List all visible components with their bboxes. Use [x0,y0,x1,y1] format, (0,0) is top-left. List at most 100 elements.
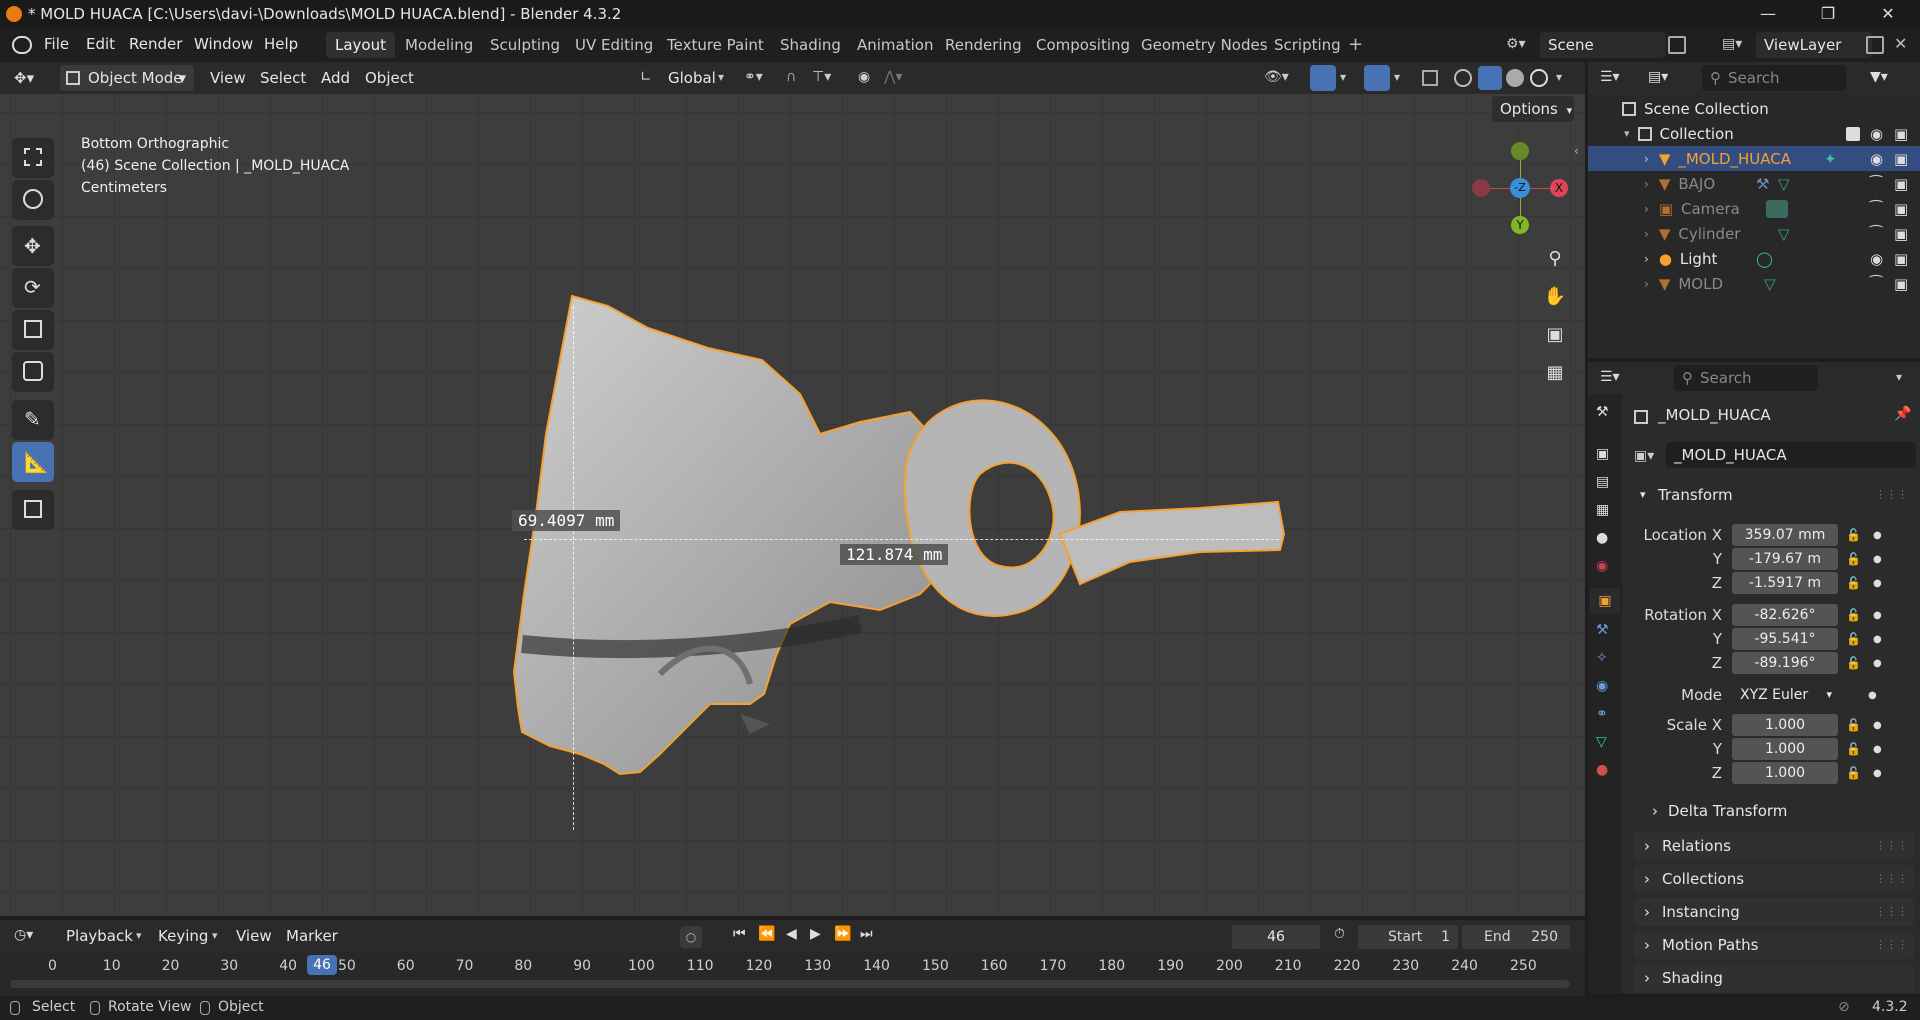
menu-file[interactable]: File [44,35,69,53]
menu-help[interactable]: Help [264,35,298,53]
navigation-gizmo[interactable]: X Y -Z [1470,138,1570,238]
eye-closed-icon[interactable]: ⁀ [1870,200,1882,218]
tab-modeling[interactable]: Modeling [396,32,482,58]
properties-search[interactable]: ⚲ Search [1674,365,1818,391]
keyframe-dot-icon[interactable]: ● [1873,744,1882,755]
tab-animation[interactable]: Animation [848,32,942,58]
end-frame-field[interactable]: End 250 [1462,925,1570,949]
shading-panel[interactable]: › Shading [1634,964,1914,992]
zoom-icon[interactable]: ⚲ [1538,242,1572,276]
lock-icon[interactable]: 🔓 [1846,528,1861,542]
rotation-y-field[interactable]: -95.541° [1732,628,1838,650]
scene-field[interactable]: Scene [1540,32,1666,58]
tab-layout[interactable]: Layout [326,32,395,58]
snap-target-icon[interactable]: ⊤▾ [812,69,831,85]
tab-texture-paint[interactable]: Texture Paint [658,32,773,58]
lock-icon[interactable]: 🔓 [1846,718,1861,732]
drag-handle-icon[interactable]: ⋮⋮⋮ [1875,931,1908,959]
tab-geometry-nodes[interactable]: Geometry Nodes [1132,32,1277,58]
drag-handle-icon[interactable]: ⋮⋮⋮ [1875,898,1908,926]
menu-keying[interactable]: Keying [158,927,208,945]
auto-keying-icon[interactable]: ○ [680,926,702,948]
pan-hand-icon[interactable]: ✋ [1538,280,1572,314]
new-scene-icon[interactable] [1668,36,1686,54]
falloff-icon[interactable]: ⋀▾ [884,69,903,85]
scene-selector-icon[interactable]: ⚙▾ [1506,36,1534,54]
chevron-down-icon[interactable]: ▾ [1340,70,1346,84]
close-icon[interactable]: ✕ [1860,0,1916,28]
lock-icon[interactable]: 🔓 [1846,576,1861,590]
blender-menu-icon[interactable] [12,36,32,54]
outliner-item-light[interactable]: › ● Light ◯ ◉ ▣ [1588,246,1920,271]
jump-end-icon[interactable]: ⏭ [860,926,873,942]
outliner-item-mold[interactable]: › ▼ MOLD ▽ ⁀ ▣ [1588,271,1920,296]
editor-type-icon[interactable]: ✥▾ [14,69,34,87]
rotation-mode-dropdown[interactable]: XYZ Euler ▾ [1732,684,1838,706]
tab-compositing[interactable]: Compositing [1027,32,1139,58]
gizmo-y-positive[interactable] [1511,142,1529,160]
keyframe-dot-icon[interactable]: ● [1873,578,1882,589]
menu-render[interactable]: Render [129,35,182,53]
play-reverse-icon[interactable]: ◀ [786,926,797,942]
new-viewlayer-icon[interactable] [1866,36,1884,54]
lock-icon[interactable]: 🔓 [1846,632,1861,646]
tab-shading[interactable]: Shading [771,32,850,58]
collections-panel[interactable]: › Collections ⋮⋮⋮ [1634,865,1914,893]
scale-z-field[interactable]: 1.000 [1732,762,1838,784]
move-tool[interactable]: ✥ [12,226,54,266]
camera-render-icon[interactable]: ▣ [1894,225,1908,243]
playhead[interactable]: 46 [307,955,337,975]
constraints-tab-icon[interactable]: ⚭ [1596,706,1608,722]
checkbox-icon[interactable] [1846,126,1860,141]
rotation-z-field[interactable]: -89.196° [1732,652,1838,674]
menu-timeline-view[interactable]: View [236,927,272,945]
location-x-field[interactable]: 359.07 mm [1732,524,1838,546]
menu-playback[interactable]: Playback [66,927,133,945]
camera-render-icon[interactable]: ▣ [1894,275,1908,293]
outliner-editor-icon[interactable]: ☰▾ [1600,69,1620,85]
lock-icon[interactable]: 🔓 [1846,742,1861,756]
eye-closed-icon[interactable]: ⁀ [1870,175,1882,193]
gizmo-x-positive[interactable]: X [1550,179,1568,197]
camera-render-icon[interactable]: ▣ [1894,150,1908,168]
output-tab-icon[interactable]: ▤ [1596,474,1609,490]
current-frame-field[interactable]: 46 [1232,925,1320,949]
gizmo-z-axis[interactable]: -Z [1510,178,1530,198]
view-layer-tab-icon[interactable]: ▦ [1596,502,1609,518]
snap-icon[interactable]: ∩ [786,69,796,85]
options-dropdown[interactable]: Options ▾ [1492,96,1574,122]
eye-icon[interactable]: ◉ [1870,250,1883,268]
menu-object[interactable]: Object [365,69,414,87]
menu-edit[interactable]: Edit [86,35,115,53]
play-icon[interactable]: ▶ [810,926,821,942]
rendered-shading-icon[interactable] [1530,69,1548,87]
lock-icon[interactable]: 🔓 [1846,608,1861,622]
annotate-tool[interactable]: ✎ [12,400,54,440]
keyframe-dot-icon[interactable]: ● [1868,690,1877,701]
keyframe-dot-icon[interactable]: ● [1873,554,1882,565]
keyframe-dot-icon[interactable]: ● [1873,634,1882,645]
particles-tab-icon[interactable]: ✧ [1596,650,1608,666]
visibility-icon[interactable]: 👁▾ [1264,69,1289,85]
start-frame-field[interactable]: Start 1 [1358,925,1458,949]
measure-tool[interactable]: 📐 [12,442,54,482]
material-tab-icon[interactable]: ● [1596,762,1608,778]
tool-tab-icon[interactable]: ⚒ [1596,404,1609,420]
location-z-field[interactable]: -1.5917 m [1732,572,1838,594]
rotation-x-field[interactable]: -82.626° [1732,604,1838,626]
mold-huaca-object[interactable] [500,294,1300,854]
chevron-down-icon[interactable]: ▾ [1394,70,1400,84]
gizmo-x-negative[interactable] [1472,179,1490,197]
object-name-field[interactable]: _MOLD_HUACA [1666,442,1916,468]
camera-view-icon[interactable]: ▣ [1538,318,1572,352]
transform-panel-header[interactable]: ▾ Transform ⋮⋮⋮ [1634,482,1914,508]
xray-icon[interactable] [1422,70,1438,86]
timeline-scrubber[interactable]: 0 10 20 30 40 50 60 70 80 90 100 110 120 130 140 150 160… [0,952,1585,996]
select-box-tool[interactable] [12,138,54,178]
render-tab-icon[interactable]: ▣ [1596,446,1609,462]
camera-render-icon[interactable]: ▣ [1894,250,1908,268]
minimize-icon[interactable]: — [1740,0,1796,28]
cursor-tool[interactable] [12,180,54,220]
eye-closed-icon[interactable]: ⁀ [1870,225,1882,243]
modifier-tab-icon[interactable]: ⚒ [1596,622,1609,638]
